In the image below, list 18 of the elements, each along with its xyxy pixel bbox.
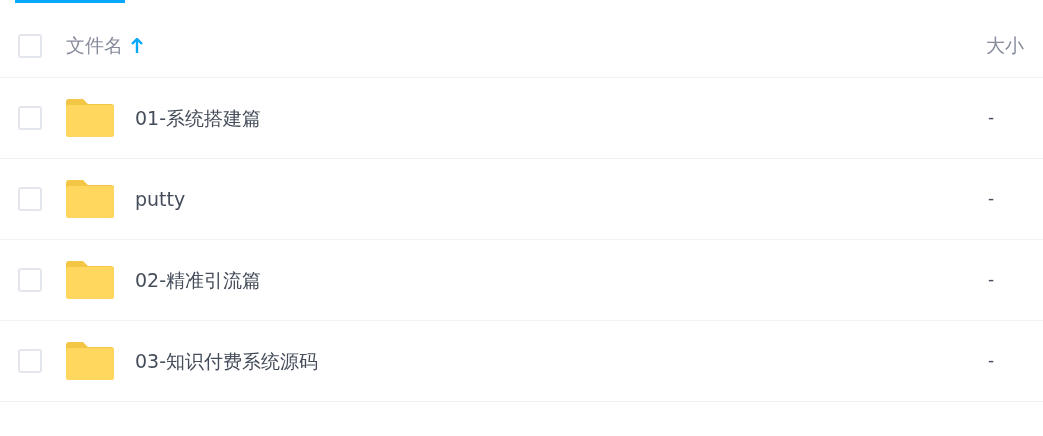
file-size: - bbox=[988, 268, 996, 292]
file-size: - bbox=[988, 106, 996, 130]
folder-icon bbox=[66, 180, 114, 218]
folder-icon bbox=[66, 342, 114, 380]
file-name[interactable]: 03-知识付费系统源码 bbox=[135, 346, 988, 376]
file-size: - bbox=[988, 187, 996, 211]
checkbox[interactable] bbox=[18, 106, 42, 130]
checkbox[interactable] bbox=[18, 349, 42, 373]
folder-icon bbox=[66, 261, 114, 299]
file-name[interactable]: putty bbox=[135, 184, 988, 214]
checkbox[interactable] bbox=[18, 33, 42, 58]
sort-arrow-icon[interactable] bbox=[131, 37, 143, 54]
file-size: - bbox=[988, 349, 996, 373]
checkbox[interactable] bbox=[18, 268, 42, 292]
file-name[interactable]: 02-精准引流篇 bbox=[135, 265, 988, 295]
file-name[interactable]: 01-系统搭建篇 bbox=[135, 103, 988, 133]
folder-icon bbox=[66, 99, 114, 137]
checkbox[interactable] bbox=[18, 187, 42, 211]
